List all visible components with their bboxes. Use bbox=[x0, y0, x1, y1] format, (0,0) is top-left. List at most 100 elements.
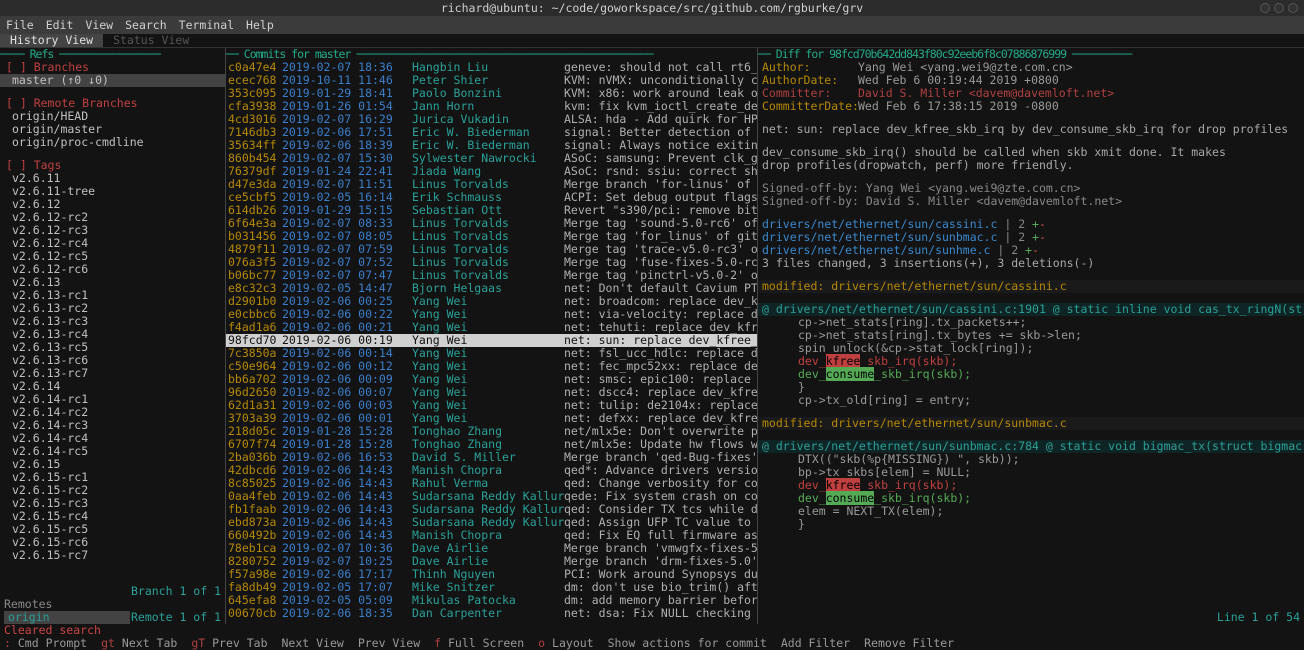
commit-author: Sudarsana Reddy Kalluru bbox=[412, 503, 564, 516]
menubar: File Edit View Search Terminal Help bbox=[0, 16, 1304, 34]
commit-subject: net: via-velocity: replace dev_kf bbox=[564, 308, 757, 321]
commit-author: Yang Wei bbox=[412, 347, 564, 360]
diff-committerdate-key: CommitterDate: bbox=[758, 100, 858, 113]
commit-subject: net/mlx5e: Update hw flows when e bbox=[564, 438, 757, 451]
help-item: Show actions for commit bbox=[608, 637, 767, 650]
help-item: Next View bbox=[282, 637, 344, 650]
commit-subject: net: defxx: replace dev_kfree_skb bbox=[564, 412, 757, 425]
diff-committerdate-val: Wed Feb 6 17:38:15 2019 -0800 bbox=[858, 99, 1059, 113]
help-item: f Full Screen bbox=[434, 637, 524, 650]
commit-subject: Merge branch 'vmwgfx-fixes-5.0-2' bbox=[564, 542, 757, 555]
commit-author: Bjorn Helgaas bbox=[412, 282, 564, 295]
diff-mod: modified: drivers/net/ethernet/sun/cassi… bbox=[758, 280, 1304, 293]
menu-file[interactable]: File bbox=[6, 18, 34, 32]
ref-item[interactable]: v2.6.15-rc7 bbox=[0, 549, 225, 562]
help-item: gt Next Tab bbox=[101, 637, 177, 650]
maximize-icon[interactable] bbox=[1274, 3, 1284, 13]
commit-row[interactable]: 00670cb 2019-02-06 18:35 Dan Carpenter n… bbox=[226, 607, 757, 620]
remote-origin[interactable]: origin bbox=[4, 611, 130, 624]
commit-author: Sudarsana Reddy Kalluru bbox=[412, 516, 564, 529]
diff-summary: 3 files changed, 3 insertions(+), 3 dele… bbox=[758, 257, 1304, 270]
commit-author: Yang Wei bbox=[412, 360, 564, 373]
menu-edit[interactable]: Edit bbox=[46, 18, 74, 32]
diff-authordate-val: Wed Feb 6 00:19:44 2019 +0800 bbox=[858, 73, 1059, 87]
commit-author: Dan Carpenter bbox=[412, 607, 564, 620]
help-bar: : Cmd Promptgt Next TabgT Prev Tab Next … bbox=[0, 637, 1304, 650]
commit-author: Yang Wei bbox=[412, 373, 564, 386]
commit-author: Linus Torvalds bbox=[412, 256, 564, 269]
diff-body-1: drop profiles(dropwatch, perf) more frie… bbox=[758, 159, 1304, 172]
menu-view[interactable]: View bbox=[85, 18, 113, 32]
commit-subject: qed: Assign UFP TC value to vlan bbox=[564, 516, 757, 529]
minimize-icon[interactable] bbox=[1260, 3, 1270, 13]
commit-subject: net: fec_mpc52xx: replace dev_kfr bbox=[564, 360, 757, 373]
commit-author: Yang Wei bbox=[412, 386, 564, 399]
commit-subject: PCI: Work around Synopsys duplica bbox=[564, 568, 757, 581]
commit-subject: qed: Consider TX tcs while derivi bbox=[564, 503, 757, 516]
commit-author: Sylwester Nawrocki bbox=[412, 152, 564, 165]
commit-author: Linus Torvalds bbox=[412, 243, 564, 256]
ref-item[interactable]: origin/proc-cmdline bbox=[0, 136, 225, 149]
commit-author: Mikulas Patocka bbox=[412, 594, 564, 607]
help-item: Add Filter bbox=[781, 637, 850, 650]
menu-search[interactable]: Search bbox=[125, 18, 167, 32]
window-title: richard@ubuntu: ~/code/goworkspace/src/g… bbox=[441, 1, 863, 15]
diff-subject: net: sun: replace dev_kfree_skb_irq by d… bbox=[758, 123, 1304, 136]
commit-author: Tonghao Zhang bbox=[412, 425, 564, 438]
commit-subject: Revert "s390/pci: remove bit_lock bbox=[564, 204, 757, 217]
help-item: Remove Filter bbox=[864, 637, 954, 650]
commit-subject: qed*: Advance drivers version to bbox=[564, 464, 757, 477]
commit-author: Manish Chopra bbox=[412, 464, 564, 477]
commit-subject: signal: Always notice exiting tas bbox=[564, 139, 757, 152]
commit-author: Jiada Wang bbox=[412, 165, 564, 178]
commits-pane[interactable]: ── Commits for master ──────────────────… bbox=[226, 48, 758, 624]
commit-author: David S. Miller bbox=[412, 451, 564, 464]
menu-terminal[interactable]: Terminal bbox=[179, 18, 234, 32]
tab-status-view[interactable]: Status View bbox=[103, 34, 199, 47]
branch-status: Branch 1 of 1 bbox=[131, 585, 221, 598]
commit-subject: ASoC: rsnd: ssiu: correct shift b bbox=[564, 165, 757, 178]
commit-author: Yang Wei bbox=[412, 399, 564, 412]
commit-subject: dm: add memory barrier before wai bbox=[564, 594, 757, 607]
commit-subject: qed: Change verbosity for coalesc bbox=[564, 477, 757, 490]
commit-subject: KVM: nVMX: unconditionally cancel bbox=[564, 74, 757, 87]
commit-author: Sudarsana Reddy Kalluru bbox=[412, 490, 564, 503]
tab-history-view[interactable]: History View bbox=[0, 34, 103, 47]
commit-subject: ACPI: Set debug output flags inde bbox=[564, 191, 757, 204]
commit-subject: Merge branch 'for-linus' of git:/ bbox=[564, 178, 757, 191]
commit-author: Jurica Vukadin bbox=[412, 113, 564, 126]
refs-pane[interactable]: ──── Refs ───────────────── [ ] Branches… bbox=[0, 48, 226, 624]
commit-author: Linus Torvalds bbox=[412, 269, 564, 282]
commit-author: Rahul Verma bbox=[412, 477, 564, 490]
window-titlebar: richard@ubuntu: ~/code/goworkspace/src/g… bbox=[0, 0, 1304, 16]
ref-item[interactable]: master (↑0 ↓0) bbox=[0, 74, 225, 87]
commit-author: Yang Wei bbox=[412, 295, 564, 308]
menu-help[interactable]: Help bbox=[246, 18, 274, 32]
commit-subject: net: smsc: epic100: replace dev_k bbox=[564, 373, 757, 386]
diff-committer-val: David S. Miller <davem@davemloft.net> bbox=[858, 86, 1114, 100]
commit-subject: net: fsl_ucc_hdlc: replace dev_kf bbox=[564, 347, 757, 360]
commit-author: Linus Torvalds bbox=[412, 230, 564, 243]
commit-subject: Merge tag 'pinctrl-v5.0-2' of git bbox=[564, 269, 757, 282]
commit-author: Eric W. Biederman bbox=[412, 139, 564, 152]
commit-author: Yang Wei bbox=[412, 412, 564, 425]
diff-ctx: elem = NEXT_TX(elem); bbox=[758, 505, 1304, 518]
commit-subject: Merge tag 'for_linus' of git://gi bbox=[564, 230, 757, 243]
commit-author: Dave Airlie bbox=[412, 542, 564, 555]
commit-author: Hangbin Liu bbox=[412, 61, 564, 74]
close-icon[interactable] bbox=[1288, 3, 1298, 13]
commit-subject: net: sun: replace dev_kfree_skb_i bbox=[564, 334, 757, 347]
commit-subject: Merge tag 'trace-v5.0-rc3' of git bbox=[564, 243, 757, 256]
commit-author: Peter Shier bbox=[412, 74, 564, 87]
commit-subject: dm: don't use bio_trim() afterall bbox=[564, 581, 757, 594]
help-item: o Layout bbox=[538, 637, 593, 650]
commit-author: Tonghao Zhang bbox=[412, 438, 564, 451]
commit-author: Sebastian Ott bbox=[412, 204, 564, 217]
diff-pane[interactable]: ── Diff for 98fcd70b642dd843f80c92eeb6f8… bbox=[758, 48, 1304, 624]
commit-author: Erik Schmauss bbox=[412, 191, 564, 204]
commit-author: Yang Wei bbox=[412, 308, 564, 321]
commit-date: 2019-02-06 18:35 bbox=[282, 607, 412, 620]
remote-status: Remote 1 of 1 bbox=[131, 611, 221, 624]
commit-author: Jann Horn bbox=[412, 100, 564, 113]
commit-author: Linus Torvalds bbox=[412, 217, 564, 230]
